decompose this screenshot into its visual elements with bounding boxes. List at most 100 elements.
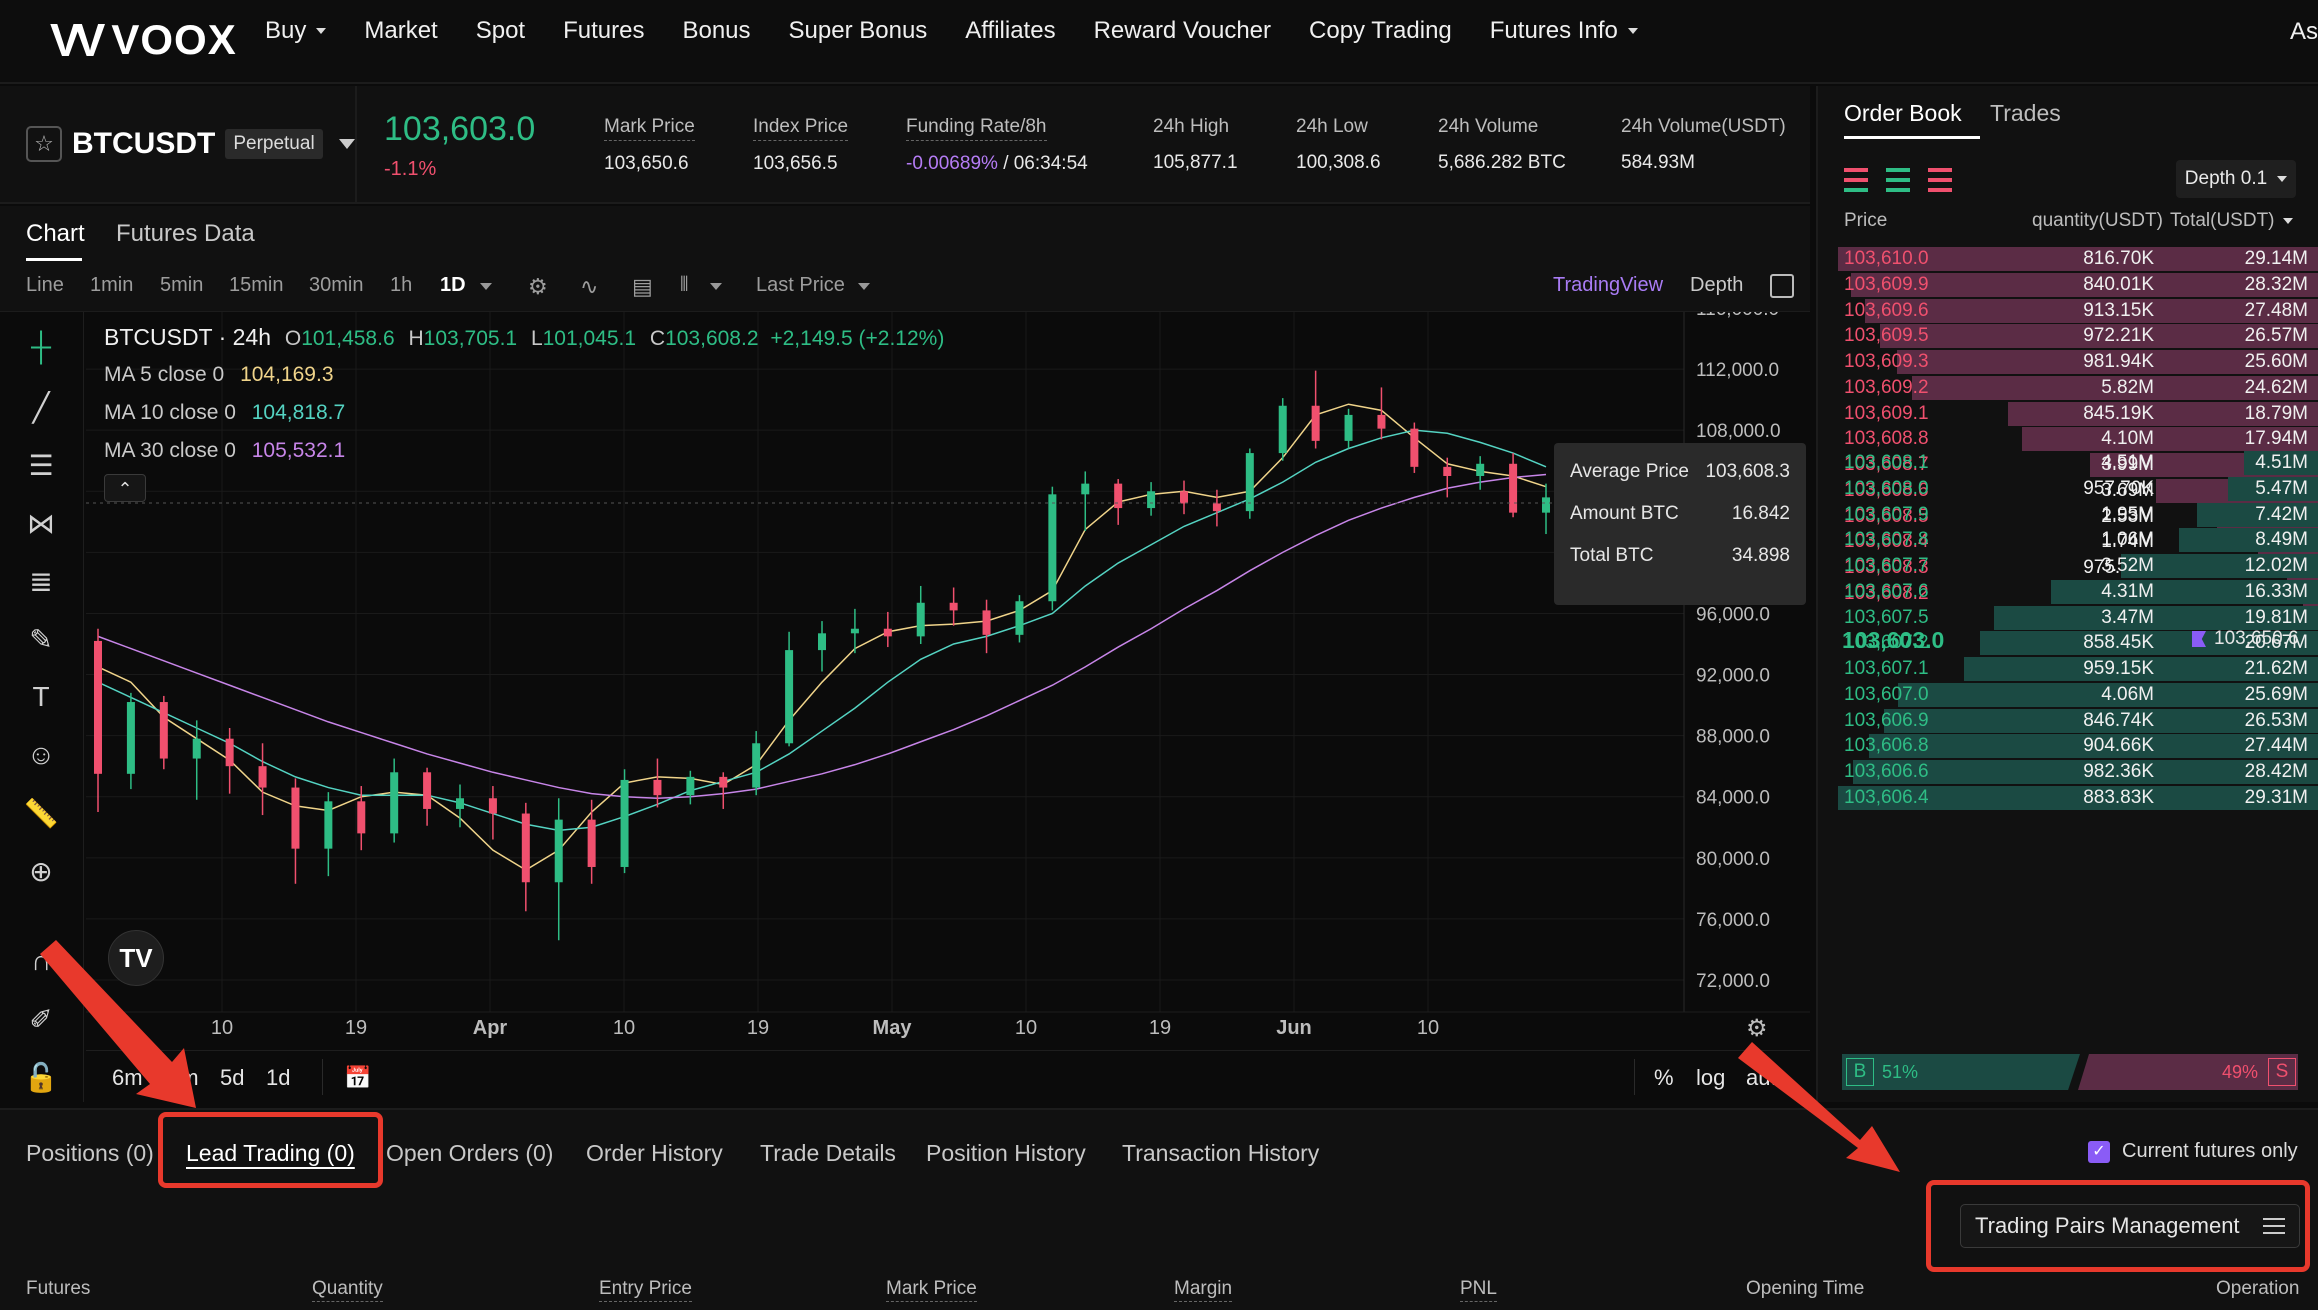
ask-row[interactable]: 103,609.2 5.82M 24.62M — [1838, 375, 2318, 401]
tradingview-toggle[interactable]: TradingView — [1553, 274, 1663, 297]
y-tick-label: 108,000.0 — [1696, 421, 1781, 442]
trend-line-icon[interactable]: ╱ — [22, 388, 60, 426]
book-mode-asks-icon[interactable] — [1928, 168, 1952, 192]
brush-icon[interactable]: ✎ — [22, 620, 60, 658]
auto-scale-toggle[interactable]: auto — [1746, 1065, 1789, 1091]
template-icon[interactable]: ▤ — [632, 274, 653, 300]
current-futures-only-checkbox[interactable]: ✓ Current futures only — [2088, 1140, 2298, 1163]
price-source-select[interactable]: Last Price — [756, 274, 845, 297]
tab-chart[interactable]: Chart — [26, 220, 85, 248]
brand-logo[interactable]: VV VOOX — [50, 10, 237, 70]
tab-futures-data[interactable]: Futures Data — [116, 220, 255, 248]
fib-retracement-icon[interactable]: ≣ — [22, 562, 60, 600]
interval-5min[interactable]: 5min — [160, 274, 203, 297]
tab-order-book[interactable]: Order Book — [1844, 100, 1962, 127]
favorite-star-icon[interactable]: ☆ — [26, 126, 62, 162]
chevron-down-icon[interactable] — [338, 139, 355, 149]
range-6m[interactable]: 6m — [112, 1065, 143, 1091]
ask-row[interactable]: 103,609.6 913.15K 27.48M — [1838, 298, 2318, 324]
checkbox-checked-icon[interactable]: ✓ — [2088, 1140, 2110, 1163]
depth-select[interactable]: Depth 0.1 — [2176, 160, 2296, 198]
bid-row[interactable]: 103,607.7 3.52M 12.02M — [1838, 553, 2318, 579]
candle-body — [1443, 466, 1452, 476]
tab-trade-details[interactable]: Trade Details — [760, 1140, 896, 1167]
bid-row[interactable]: 103,607.6 4.31M 16.33M — [1838, 579, 2318, 605]
ask-row[interactable]: 103,608.8 4.10M 17.94M — [1838, 426, 2318, 452]
legend-collapse-button[interactable]: ⌃ — [104, 474, 146, 502]
nav-item-affiliates[interactable]: Affiliates — [965, 17, 1055, 45]
tab-trades[interactable]: Trades — [1990, 100, 2061, 127]
fullscreen-icon[interactable] — [1770, 274, 1794, 298]
interval-1d[interactable]: 1D — [440, 274, 466, 297]
tab-position-history[interactable]: Position History — [926, 1140, 1086, 1167]
text-tool-icon[interactable]: T — [22, 678, 60, 716]
tradingview-logo-icon[interactable]: TV — [108, 930, 164, 986]
indicator-settings-icon[interactable]: ⚙ — [528, 274, 548, 300]
nav-item-spot[interactable]: Spot — [476, 17, 525, 45]
row-price: 103,607.6 — [1844, 580, 1929, 602]
nav-item-reward-voucher[interactable]: Reward Voucher — [1094, 17, 1271, 45]
ask-row[interactable]: 103,609.5 972.21K 26.57M — [1838, 323, 2318, 349]
price-source-chevron-icon[interactable] — [858, 283, 870, 290]
stat-mark-price: Mark Price 103,650.6 — [604, 116, 695, 174]
chevron-down-icon — [2277, 176, 2288, 182]
tab-order-history[interactable]: Order History — [586, 1140, 723, 1167]
pitchfork-icon[interactable]: ⋈ — [22, 504, 60, 542]
bid-row[interactable]: 103,606.8 904.66K 27.44M — [1838, 733, 2318, 759]
log-scale-toggle[interactable]: log — [1696, 1065, 1725, 1091]
bid-row[interactable]: 103,608.1 4.51M 4.51M — [1838, 450, 2318, 476]
bid-row[interactable]: 103,608.0 957.70K 5.47M — [1838, 476, 2318, 502]
symbol-selector[interactable]: ☆ BTCUSDT Perpetual — [26, 126, 355, 162]
interval-more-chevron-icon[interactable] — [480, 283, 492, 290]
bid-row[interactable]: 103,607.8 1.06M 8.49M — [1838, 527, 2318, 553]
ruler-icon[interactable]: 📏 — [22, 794, 60, 832]
bid-row[interactable]: 103,607.9 1.95M 7.42M — [1838, 502, 2318, 528]
emoji-icon[interactable]: ☺ — [22, 736, 60, 774]
bid-row[interactable]: 103,606.4 883.83K 29.31M — [1838, 785, 2318, 811]
percent-scale-toggle[interactable]: % — [1654, 1065, 1674, 1091]
tab-open-orders[interactable]: Open Orders (0) — [386, 1140, 553, 1167]
ask-row[interactable]: 103,610.0 816.70K 29.14M — [1838, 246, 2318, 272]
interval-30min[interactable]: 30min — [309, 274, 363, 297]
nav-item-super-bonus[interactable]: Super Bonus — [789, 17, 928, 45]
row-quantity: 3.47M — [2101, 606, 2154, 628]
crosshair-icon[interactable]: ┼ — [22, 328, 60, 366]
interval-15min[interactable]: 15min — [229, 274, 283, 297]
bid-row[interactable]: 103,607.1 959.15K 21.62M — [1838, 656, 2318, 682]
indicators-icon[interactable]: ∿ — [580, 274, 598, 300]
nav-item-market[interactable]: Market — [364, 17, 437, 45]
horizontal-lines-icon[interactable]: ☰ — [22, 446, 60, 484]
nav-item-buy[interactable]: Buy — [265, 17, 327, 45]
book-mode-both-icon[interactable] — [1844, 168, 1868, 192]
zoom-in-icon[interactable]: ⊕ — [22, 852, 60, 890]
nav-item-futures[interactable]: Futures — [563, 17, 644, 45]
chart-type-icon[interactable]: ⫴ — [680, 274, 688, 297]
tab-transaction-history[interactable]: Transaction History — [1122, 1140, 1319, 1167]
ask-row[interactable]: 103,609.3 981.94K 25.60M — [1838, 349, 2318, 375]
lock-icon[interactable]: 🔓 — [22, 1058, 60, 1096]
range-1m-month[interactable]: 1m — [168, 1065, 199, 1091]
nav-item-copy-trading[interactable]: Copy Trading — [1309, 17, 1452, 45]
nav-item-futures-info[interactable]: Futures Info — [1490, 17, 1638, 45]
magnet-icon[interactable]: ∩ — [22, 942, 60, 980]
nav-item-overflow[interactable]: As — [2290, 18, 2318, 46]
candle-body — [785, 650, 794, 744]
interval-1h[interactable]: 1h — [390, 274, 412, 297]
range-1d[interactable]: 1d — [266, 1065, 290, 1091]
ask-row[interactable]: 103,609.9 840.01K 28.32M — [1838, 272, 2318, 298]
bid-row[interactable]: 103,606.6 982.36K 28.42M — [1838, 759, 2318, 785]
range-5d[interactable]: 5d — [220, 1065, 244, 1091]
nav-item-bonus[interactable]: Bonus — [682, 17, 750, 45]
bid-row[interactable]: 103,607.0 4.06M 25.69M — [1838, 682, 2318, 708]
bid-row[interactable]: 103,606.9 846.74K 26.53M — [1838, 708, 2318, 734]
book-mode-bids-icon[interactable] — [1886, 168, 1910, 192]
lock-drawing-icon[interactable]: ✐ — [22, 1000, 60, 1038]
header-total[interactable]: Total(USDT) — [2170, 210, 2293, 232]
chart-type-chevron-icon[interactable] — [710, 283, 722, 290]
interval-1min[interactable]: 1min — [90, 274, 133, 297]
interval-line[interactable]: Line — [26, 274, 64, 297]
date-range-icon[interactable]: 📅 — [344, 1065, 371, 1091]
ask-row[interactable]: 103,609.1 845.19K 18.79M — [1838, 401, 2318, 427]
tab-positions[interactable]: Positions (0) — [26, 1140, 154, 1167]
depth-chart-toggle[interactable]: Depth — [1690, 274, 1743, 297]
